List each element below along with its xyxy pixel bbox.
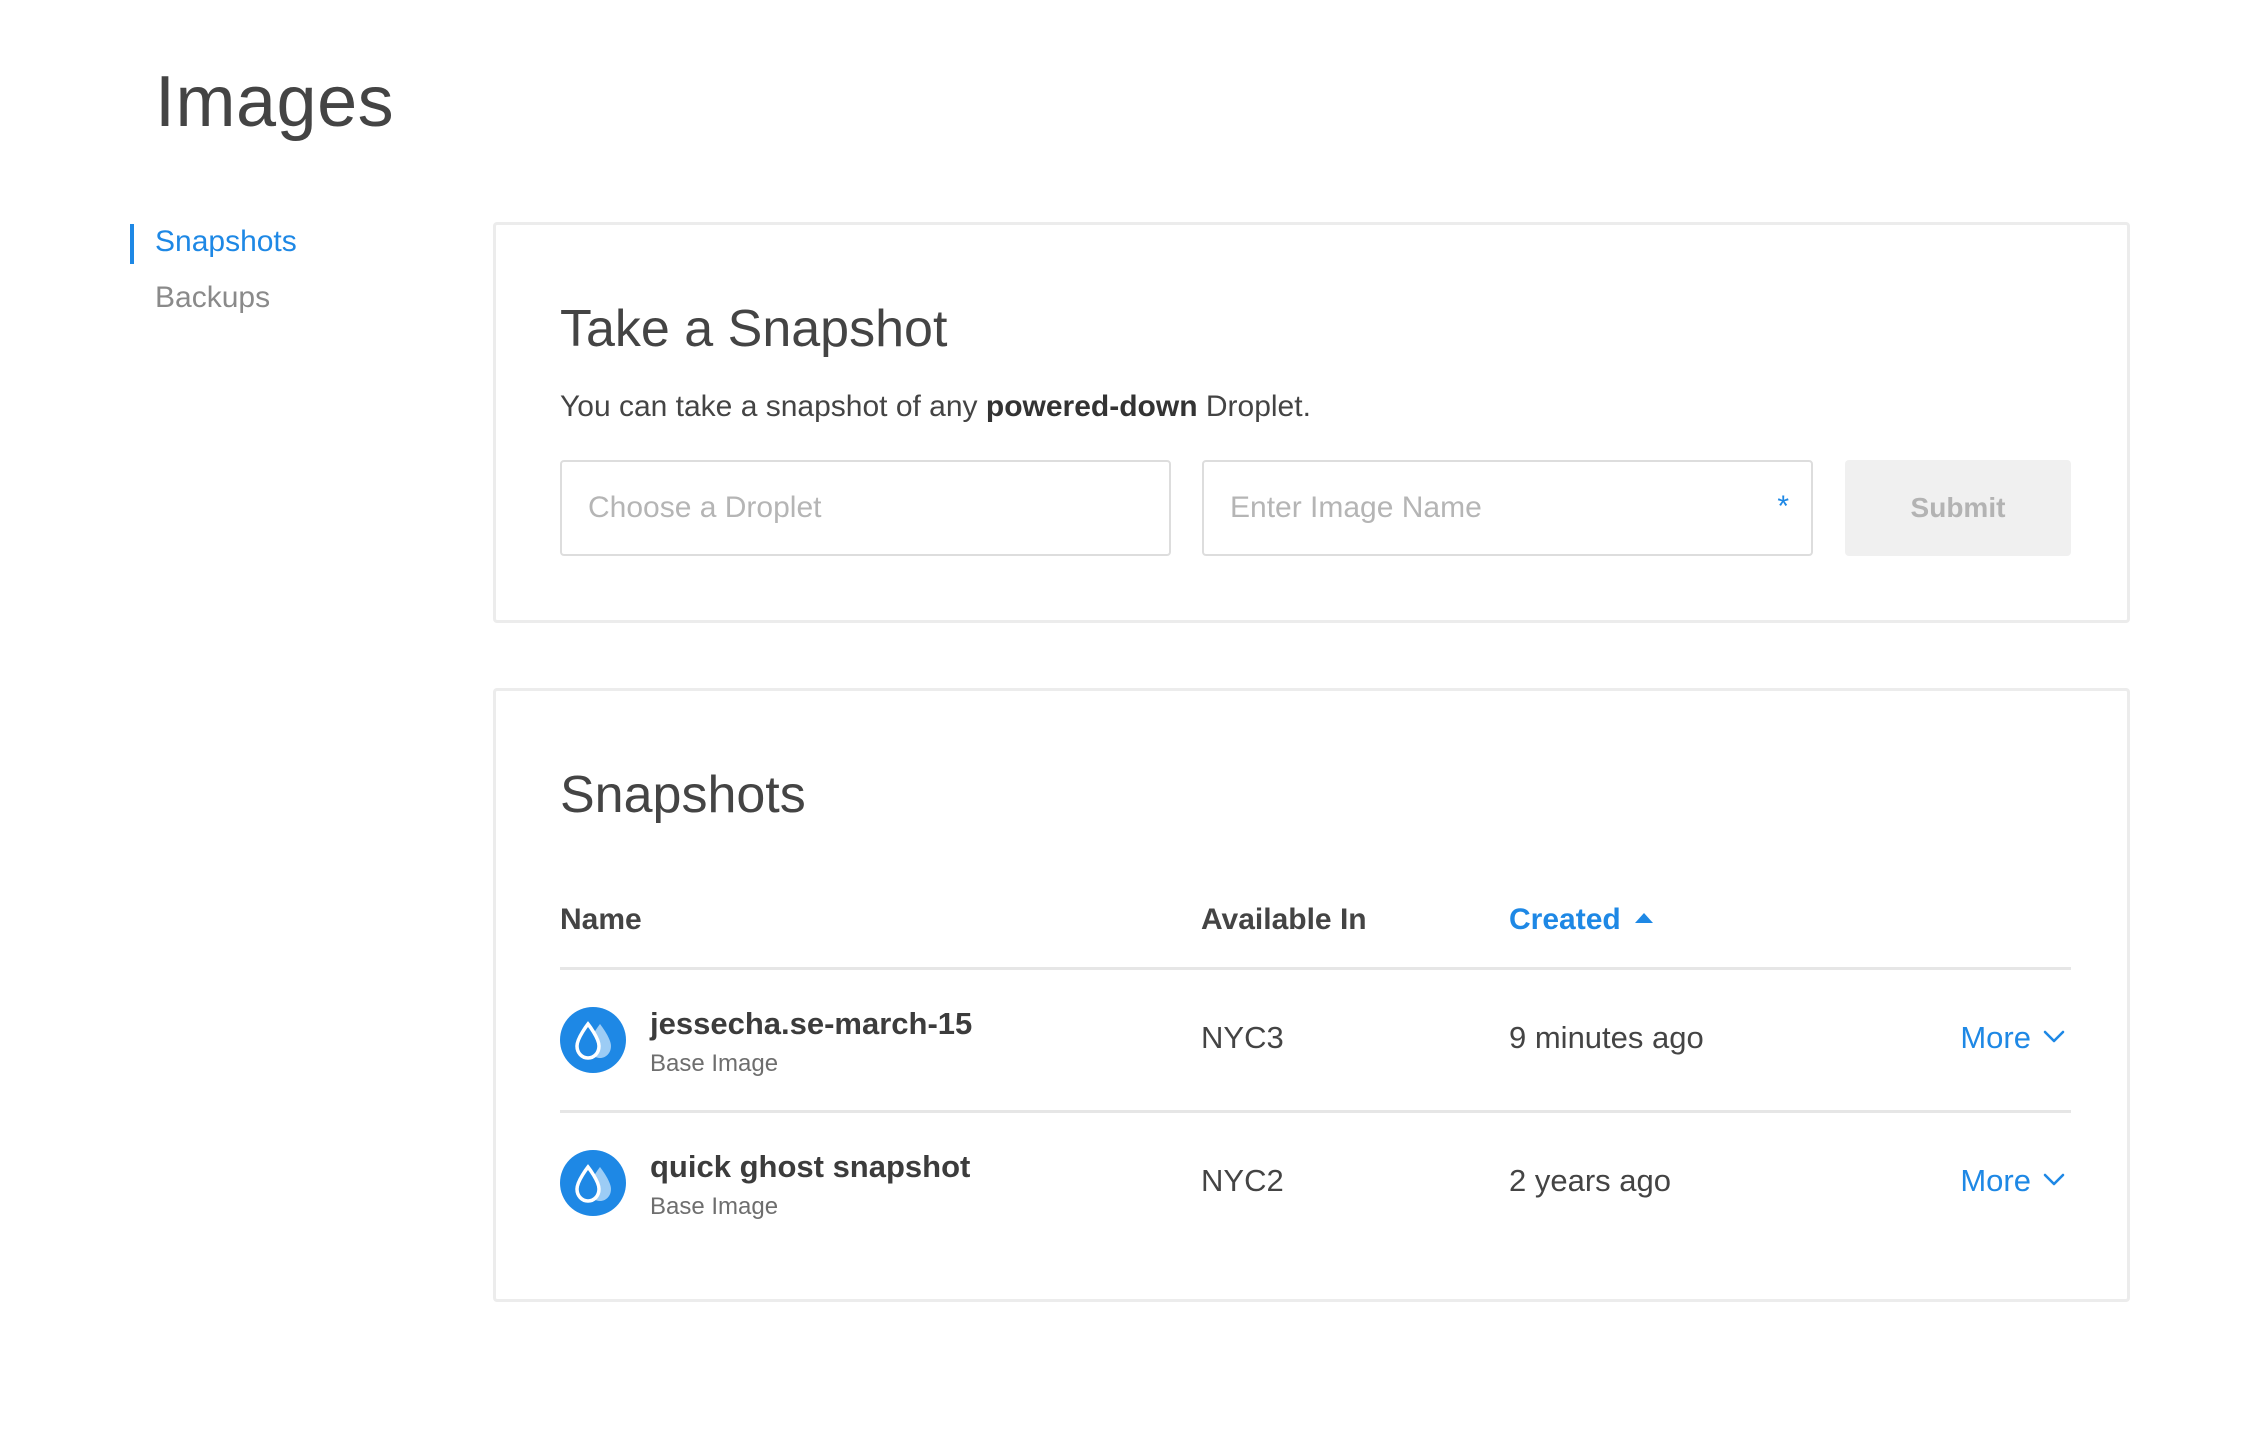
column-header-available-in[interactable]: Available In	[1201, 891, 1367, 949]
description-prefix: You can take a snapshot of any	[560, 390, 986, 423]
sidebar-item-backups[interactable]: Backups	[130, 278, 297, 318]
droplet-select[interactable]	[560, 460, 1171, 556]
chevron-down-icon	[2043, 1030, 2065, 1043]
snapshot-type: Base Image	[650, 1193, 779, 1220]
snapshot-region: NYC3	[1201, 1020, 1284, 1055]
snapshot-created: 2 years ago	[1509, 1163, 1671, 1198]
snapshots-title: Snapshots	[560, 766, 806, 824]
more-menu-button[interactable]: More	[1960, 1020, 2065, 1056]
sidebar-item-snapshots[interactable]: Snapshots	[130, 222, 297, 264]
take-snapshot-description: You can take a snapshot of any powered-d…	[560, 390, 1311, 424]
column-header-name[interactable]: Name	[560, 891, 642, 949]
snapshot-region: NYC2	[1201, 1163, 1284, 1198]
droplet-icon	[560, 1150, 626, 1216]
more-menu-button[interactable]: More	[1960, 1163, 2065, 1199]
description-bold: powered-down	[985, 390, 1198, 423]
snapshot-name: quick ghost snapshot	[650, 1149, 971, 1184]
image-name-field[interactable]: *	[1202, 460, 1813, 556]
droplet-icon	[560, 1007, 626, 1073]
submit-button[interactable]: Submit	[1845, 460, 2071, 556]
snapshot-name: jessecha.se-march-15	[650, 1006, 973, 1041]
table-row: jessecha.se-march-15 Base Image NYC3 9 m…	[560, 970, 2071, 1113]
column-header-created[interactable]: Created	[1509, 891, 1653, 949]
chevron-down-icon	[2043, 1173, 2065, 1186]
image-name-input[interactable]	[1230, 462, 1757, 554]
snapshot-type: Base Image	[650, 1050, 779, 1077]
more-label: More	[1960, 1020, 2031, 1055]
snapshots-card: Snapshots Name Available In Created jess…	[493, 688, 2130, 1302]
droplet-input[interactable]	[588, 462, 1115, 554]
take-snapshot-card: Take a Snapshot You can take a snapshot …	[493, 222, 2130, 623]
table-row: quick ghost snapshot Base Image NYC2 2 y…	[560, 1113, 2071, 1253]
page-title: Images	[155, 62, 395, 142]
snapshot-created: 9 minutes ago	[1509, 1020, 1704, 1055]
required-asterisk: *	[1777, 490, 1789, 523]
description-suffix: Droplet.	[1197, 390, 1311, 423]
take-snapshot-title: Take a Snapshot	[560, 300, 948, 358]
table-header: Name Available In Created	[560, 891, 2071, 970]
column-header-created-label: Created	[1509, 903, 1621, 936]
sidebar-nav: Snapshots Backups	[130, 222, 297, 334]
more-label: More	[1960, 1163, 2031, 1198]
caret-up-icon	[1634, 913, 1653, 923]
